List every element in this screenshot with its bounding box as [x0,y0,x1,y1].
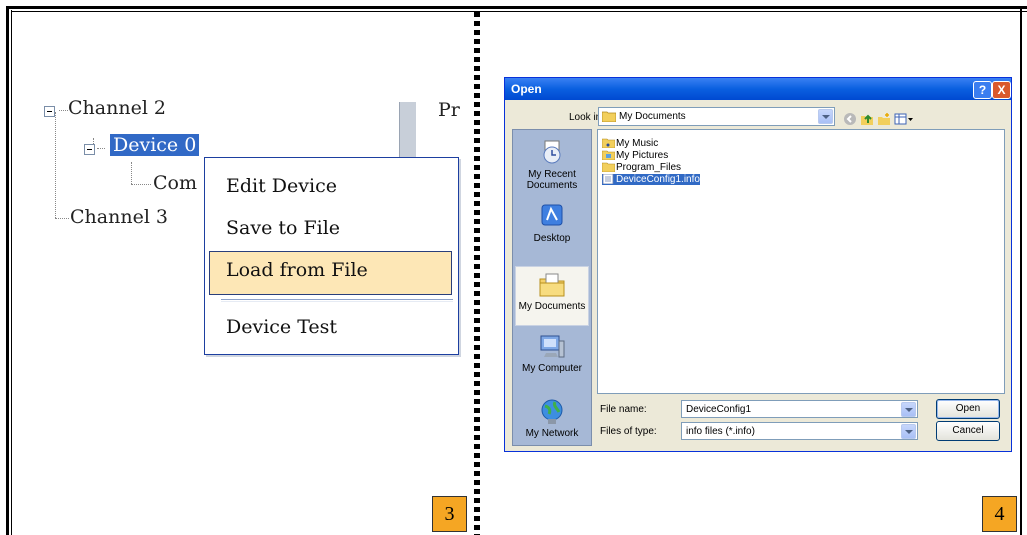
my-computer-icon [540,335,565,358]
file-name: Program_Files [616,162,682,173]
folder-icon [602,162,615,172]
file-name-value: DeviceConfig1 [686,404,752,415]
file-icon [602,174,614,184]
outer-frame-top [6,6,1027,9]
tree-line [97,148,105,149]
look-in-value: My Documents [619,111,686,122]
tree-line [55,112,56,218]
files-of-type-label: Files of type: [600,426,657,437]
my-network-icon [541,399,563,424]
place-label: Desktop [533,233,571,244]
outer-frame-left [6,6,9,535]
look-in-select[interactable]: My Documents [598,107,835,126]
folder-icon [602,111,616,122]
place-my-computer[interactable]: My Computer [515,333,589,374]
tree-line [131,184,151,185]
tree-node-channel2[interactable]: Channel 2 [68,97,166,119]
step-badge: 4 [982,496,1017,532]
dropdown-arrow-icon[interactable] [901,402,916,417]
scrollbar-stub[interactable] [399,102,416,160]
close-button[interactable]: X [992,81,1011,99]
tree-node-com[interactable]: Com [153,172,197,194]
place-my-network[interactable]: My Network [515,398,589,439]
file-item-program-files[interactable]: Program_Files [602,162,681,173]
help-button[interactable]: ? [973,81,992,99]
place-my-documents[interactable]: My Documents [515,266,589,326]
file-item-my-music[interactable]: My Music [602,138,658,149]
file-name: DeviceConfig1.info [616,174,700,185]
tree-line [59,110,68,111]
menu-item-device-test[interactable]: Device Test [226,316,337,338]
new-folder-icon[interactable] [877,112,891,126]
dialog-titlebar[interactable]: Open ? X [505,78,1011,100]
tree-node-channel3[interactable]: Channel 3 [70,206,168,228]
recent-documents-icon [543,140,561,164]
open-dialog: Open ? X Look in: My Documents My Recent… [504,77,1012,452]
place-desktop[interactable]: Desktop [515,203,589,244]
file-item-deviceconfig1[interactable]: DeviceConfig1.info [602,174,700,185]
open-button[interactable]: Open [936,399,1000,419]
pictures-folder-icon [602,150,615,160]
place-label: My Network [525,428,579,439]
views-menu-icon[interactable] [894,112,914,126]
menu-separator-light [221,301,453,302]
places-bar: My Recent Documents Desktop My Documents… [512,129,592,446]
up-folder-icon[interactable] [860,112,874,126]
truncated-label: Pr [438,99,460,121]
file-name: My Music [616,138,659,149]
dropdown-arrow-icon[interactable] [818,109,833,124]
file-name-label: File name: [600,404,647,415]
back-icon[interactable] [843,112,857,126]
file-list[interactable]: My Music My Pictures Program_Files Devic… [597,129,1005,394]
menu-item-save-to-file[interactable]: Save to File [226,217,340,239]
place-recent-documents[interactable]: My Recent Documents [515,139,589,191]
cancel-button[interactable]: Cancel [936,421,1000,441]
file-name-input[interactable]: DeviceConfig1 [681,400,918,418]
dialog-title: Open [511,82,542,96]
tree-node-device0[interactable]: Device 0 [110,134,200,156]
tree-line [131,162,132,184]
collapse-icon[interactable] [44,106,55,117]
context-menu: Edit Device Save to File Load from File … [204,157,459,355]
tree-line [55,218,69,219]
menu-item-load-from-file[interactable]: Load from File [226,259,368,281]
step-badge: 3 [432,496,467,532]
files-of-type-value: info files (*.info) [686,426,755,437]
collapse-icon[interactable] [84,144,95,155]
menu-separator [221,299,453,300]
outer-frame-right [1020,6,1022,535]
outer-frame-left-inner [11,10,12,535]
my-documents-icon [539,273,565,297]
music-folder-icon [602,138,615,148]
file-item-my-pictures[interactable]: My Pictures [602,150,668,161]
file-name: My Pictures [616,150,669,161]
dropdown-arrow-icon[interactable] [901,424,916,439]
place-label: My Computer [521,363,582,374]
place-label: My Recent Documents [526,169,578,191]
panel-divider [474,12,480,535]
menu-item-edit-device[interactable]: Edit Device [226,175,337,197]
files-of-type-select[interactable]: info files (*.info) [681,422,918,440]
desktop-icon [541,204,563,226]
place-label: My Documents [518,301,586,312]
outer-frame-top-inner [11,11,1027,12]
